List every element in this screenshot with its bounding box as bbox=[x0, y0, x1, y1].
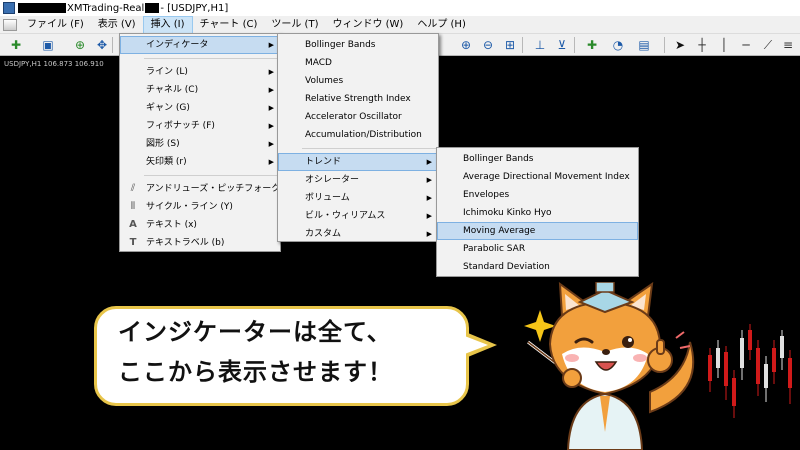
text-label-icon: T bbox=[129, 237, 137, 248]
autoscroll-icon[interactable]: ⊻ bbox=[554, 37, 570, 53]
trendline-icon[interactable]: ⟋ bbox=[760, 37, 776, 53]
menu-insert[interactable]: 挿入 (I) bbox=[142, 15, 193, 34]
submenu-arrow-icon: ▶ bbox=[426, 158, 432, 166]
menu-item-cycle-lines[interactable]: ⦀ サイクル・ライン (Y) bbox=[120, 198, 280, 216]
redacted-text bbox=[145, 3, 160, 13]
menu-file[interactable]: ファイル (F) bbox=[20, 16, 91, 34]
menu-item-shapes[interactable]: 図形 (S) ▶ bbox=[120, 135, 280, 153]
indicators-icon[interactable]: ✚ bbox=[584, 37, 600, 53]
crosshair-tool-icon[interactable]: ┼ bbox=[694, 37, 710, 53]
trend-parabolic-sar[interactable]: Parabolic SAR bbox=[437, 240, 638, 258]
indicator-macd[interactable]: MACD bbox=[278, 54, 438, 72]
cycle-lines-icon: ⦀ bbox=[130, 201, 136, 212]
crosshair-icon[interactable]: ✥ bbox=[94, 37, 110, 53]
window-title-tail: - [USDJPY,H1] bbox=[160, 2, 229, 14]
indicator-accumulation[interactable]: Accumulation/Distribution bbox=[278, 126, 438, 144]
submenu-arrow-icon: ▶ bbox=[426, 176, 432, 184]
submenu-custom[interactable]: カスタム ▶ bbox=[278, 225, 438, 243]
menu-item-channels[interactable]: チャネル (C) ▶ bbox=[120, 81, 280, 99]
speech-bubble-tail-inner bbox=[462, 335, 488, 355]
chart-symbol-label: USDJPY,H1 106.873 106.910 bbox=[4, 60, 104, 68]
menu-view[interactable]: 表示 (V) bbox=[91, 16, 143, 34]
menu-item-text-label[interactable]: T テキストラベル (b) bbox=[120, 234, 280, 252]
submenu-arrow-icon: ▶ bbox=[268, 41, 274, 49]
submenu-arrow-icon: ▶ bbox=[268, 86, 274, 94]
submenu-arrow-icon: ▶ bbox=[268, 68, 274, 76]
submenu-arrow-icon: ▶ bbox=[426, 194, 432, 202]
tile-windows-icon[interactable]: ⊞ bbox=[502, 37, 518, 53]
menu-window[interactable]: ウィンドウ (W) bbox=[325, 16, 410, 34]
indicator-volumes[interactable]: Volumes bbox=[278, 72, 438, 90]
menu-item-lines[interactable]: ライン (L) ▶ bbox=[120, 63, 280, 81]
trend-envelopes[interactable]: Envelopes bbox=[437, 186, 638, 204]
trend-admi[interactable]: Average Directional Movement Index bbox=[437, 168, 638, 186]
redacted-text bbox=[18, 3, 66, 13]
app-icon bbox=[3, 2, 15, 14]
menu-item-pitchfork[interactable]: ⫽ アンドリューズ・ピッチフォーク (A) bbox=[120, 180, 296, 198]
templates-icon[interactable]: ▤ bbox=[636, 37, 652, 53]
indicators-submenu: Bollinger Bands MACD Volumes Relative St… bbox=[277, 33, 439, 242]
zoom-plus-icon[interactable]: ⊕ bbox=[72, 37, 88, 53]
menu-chart[interactable]: チャート (C) bbox=[193, 16, 265, 34]
menu-help[interactable]: ヘルプ (H) bbox=[410, 16, 473, 34]
trend-submenu: Bollinger Bands Average Directional Move… bbox=[436, 147, 639, 277]
trend-ichimoku[interactable]: Ichimoku Kinko Hyo bbox=[437, 204, 638, 222]
menu-bar: ファイル (F) 表示 (V) 挿入 (I) チャート (C) ツール (T) … bbox=[0, 15, 800, 34]
pitchfork-icon: ⫽ bbox=[130, 183, 136, 194]
cursor-icon[interactable]: ➤ bbox=[672, 37, 688, 53]
menu-item-text[interactable]: A テキスト (x) bbox=[120, 216, 280, 234]
submenu-trend[interactable]: トレンド ▶ bbox=[278, 153, 438, 171]
title-bar: XMTrading-Real - [USDJPY,H1] bbox=[0, 0, 800, 16]
trend-bollinger-bands[interactable]: Bollinger Bands bbox=[437, 150, 638, 168]
profiles-icon[interactable]: ▣ bbox=[40, 37, 56, 53]
submenu-arrow-icon: ▶ bbox=[268, 140, 274, 148]
submenu-volumes[interactable]: ボリューム ▶ bbox=[278, 189, 438, 207]
window-title: XMTrading-Real bbox=[67, 2, 145, 14]
submenu-bill-williams[interactable]: ビル・ウィリアムス ▶ bbox=[278, 207, 438, 225]
fox-mascot-illustration bbox=[524, 282, 695, 450]
submenu-arrow-icon: ▶ bbox=[426, 212, 432, 220]
indicator-rsi[interactable]: Relative Strength Index bbox=[278, 90, 438, 108]
vertical-line-icon[interactable]: │ bbox=[716, 37, 732, 53]
zoom-out-icon[interactable]: ⊖ bbox=[480, 37, 496, 53]
callout-text: インジケーターは全て、 ここから表示させます！ bbox=[118, 312, 458, 392]
menu-item-gann[interactable]: ギャン (G) ▶ bbox=[120, 99, 280, 117]
submenu-arrow-icon: ▶ bbox=[426, 230, 432, 238]
submenu-arrow-icon: ▶ bbox=[268, 122, 274, 130]
horizontal-line-icon[interactable]: ─ bbox=[738, 37, 754, 53]
menu-item-indicators[interactable]: インディケータ ▶ bbox=[120, 36, 280, 54]
menu-item-arrows[interactable]: 矢印類 (r) ▶ bbox=[120, 153, 280, 171]
trend-standard-deviation[interactable]: Standard Deviation bbox=[437, 258, 638, 276]
menu-item-fibonacci[interactable]: フィボナッチ (F) ▶ bbox=[120, 117, 280, 135]
indicator-accelerator[interactable]: Accelerator Oscillator bbox=[278, 108, 438, 126]
submenu-arrow-icon: ▶ bbox=[268, 104, 274, 112]
insert-menu: インディケータ ▶ ライン (L) ▶ チャネル (C) ▶ ギャン (G) ▶ フィボ… bbox=[119, 33, 296, 252]
submenu-oscillators[interactable]: オシレーター ▶ bbox=[278, 171, 438, 189]
callout-line-2: ここから表示させます！ bbox=[118, 358, 393, 386]
channel-icon[interactable]: ≡ bbox=[780, 37, 796, 53]
zoom-in-icon[interactable]: ⊕ bbox=[458, 37, 474, 53]
new-chart-icon[interactable]: ✚ bbox=[8, 37, 24, 53]
chart-shift-icon[interactable]: ⊥ bbox=[532, 37, 548, 53]
chart-window-icon[interactable] bbox=[3, 18, 17, 31]
trend-moving-average[interactable]: Moving Average bbox=[437, 222, 638, 240]
callout-line-1: インジケーターは全て、 bbox=[118, 318, 392, 346]
submenu-arrow-icon: ▶ bbox=[268, 158, 274, 166]
menu-tools[interactable]: ツール (T) bbox=[264, 16, 325, 34]
indicator-bollinger-bands[interactable]: Bollinger Bands bbox=[278, 36, 438, 54]
text-icon: A bbox=[129, 219, 137, 230]
mt4-screen: XMTrading-Real - [USDJPY,H1] ファイル (F) 表示… bbox=[0, 0, 800, 450]
periods-icon[interactable]: ◔ bbox=[610, 37, 626, 53]
